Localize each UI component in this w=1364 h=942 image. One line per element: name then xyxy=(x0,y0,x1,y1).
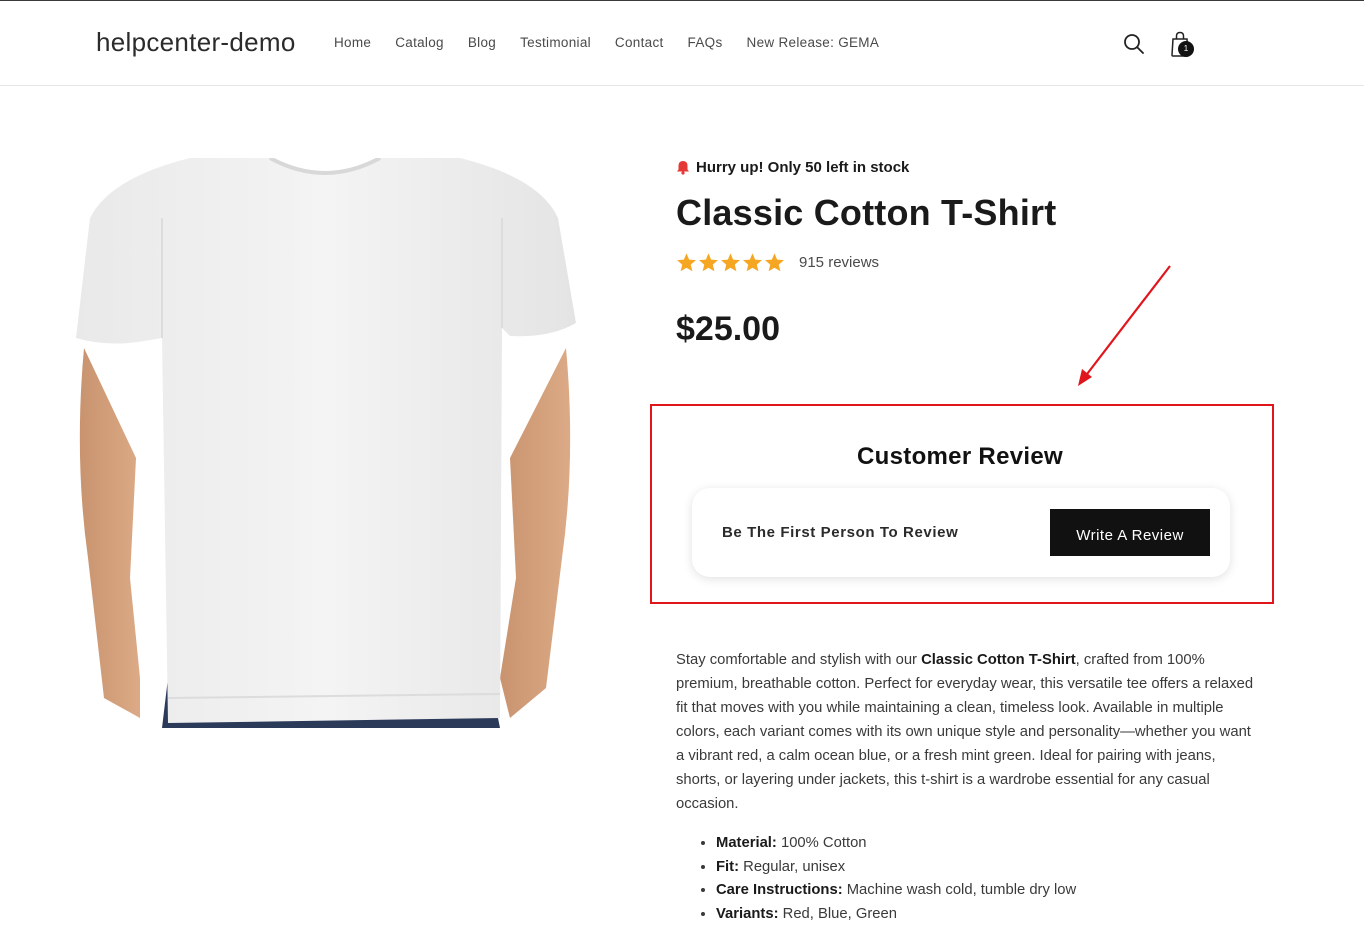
nav-testimonial[interactable]: Testimonial xyxy=(520,35,591,50)
spec-value: Regular, unisex xyxy=(739,858,846,875)
cart-count-badge: 1 xyxy=(1178,41,1194,57)
nav-faqs[interactable]: FAQs xyxy=(688,35,723,50)
reviews-count[interactable]: 915 reviews xyxy=(799,254,879,271)
product-title: Classic Cotton T-Shirt xyxy=(676,192,1057,233)
star-icon xyxy=(743,253,762,272)
main-nav: Home Catalog Blog Testimonial Contact FA… xyxy=(334,35,903,50)
stock-notice: Hurry up! Only 50 left in stock xyxy=(676,159,909,176)
star-icon xyxy=(677,253,696,272)
product-rating[interactable]: 915 reviews xyxy=(676,252,879,273)
spec-label: Care Instructions: xyxy=(716,882,843,898)
review-widget-card: Be The First Person To Review Write A Re… xyxy=(692,488,1230,577)
spec-value: Machine wash cold, tumble dry low xyxy=(842,882,1077,898)
product-price: $25.00 xyxy=(676,310,780,348)
spec-label: Fit: xyxy=(716,858,740,875)
spec-value: 100% Cotton xyxy=(776,835,867,851)
rating-stars xyxy=(676,252,785,273)
search-icon[interactable] xyxy=(1122,32,1146,56)
stock-text: Hurry up! Only 50 left in stock xyxy=(696,159,910,176)
brand-logo[interactable]: helpcenter-demo xyxy=(96,27,296,58)
product-description: Stay comfortable and stylish with our Cl… xyxy=(676,648,1256,816)
description-product-name: Classic Cotton T-Shirt xyxy=(921,652,1076,668)
spec-label: Variants: xyxy=(716,905,779,922)
site-header: helpcenter-demo Home Catalog Blog Testim… xyxy=(0,1,1364,86)
nav-new-release[interactable]: New Release: GEMA xyxy=(747,35,880,50)
description-intro: Stay comfortable and stylish with our xyxy=(676,652,922,668)
spec-label: Material: xyxy=(716,835,777,851)
nav-catalog[interactable]: Catalog xyxy=(395,35,444,50)
nav-blog[interactable]: Blog xyxy=(468,35,496,50)
spec-variants: Variants: Red, Blue, Green xyxy=(716,903,1076,927)
star-icon xyxy=(721,253,740,272)
spec-care: Care Instructions: Machine wash cold, tu… xyxy=(716,879,1076,903)
write-review-button[interactable]: Write A Review xyxy=(1050,509,1210,556)
no-reviews-text: Be The First Person To Review xyxy=(722,524,959,541)
annotation-arrow-icon xyxy=(1078,265,1171,386)
product-specs-list: Material: 100% Cotton Fit: Regular, unis… xyxy=(716,832,1076,926)
nav-home[interactable]: Home xyxy=(334,35,371,50)
star-icon xyxy=(699,253,718,272)
customer-review-heading: Customer Review xyxy=(857,443,1063,470)
spec-value: Red, Blue, Green xyxy=(778,905,897,922)
description-body: , crafted from 100% premium, breathable … xyxy=(676,652,1254,812)
bell-icon xyxy=(677,161,689,175)
nav-contact[interactable]: Contact xyxy=(615,35,664,50)
spec-fit: Fit: Regular, unisex xyxy=(716,856,1076,880)
star-icon xyxy=(765,253,784,272)
tshirt-image xyxy=(76,158,576,728)
product-image[interactable] xyxy=(70,158,580,728)
spec-material: Material: 100% Cotton xyxy=(716,832,1076,856)
